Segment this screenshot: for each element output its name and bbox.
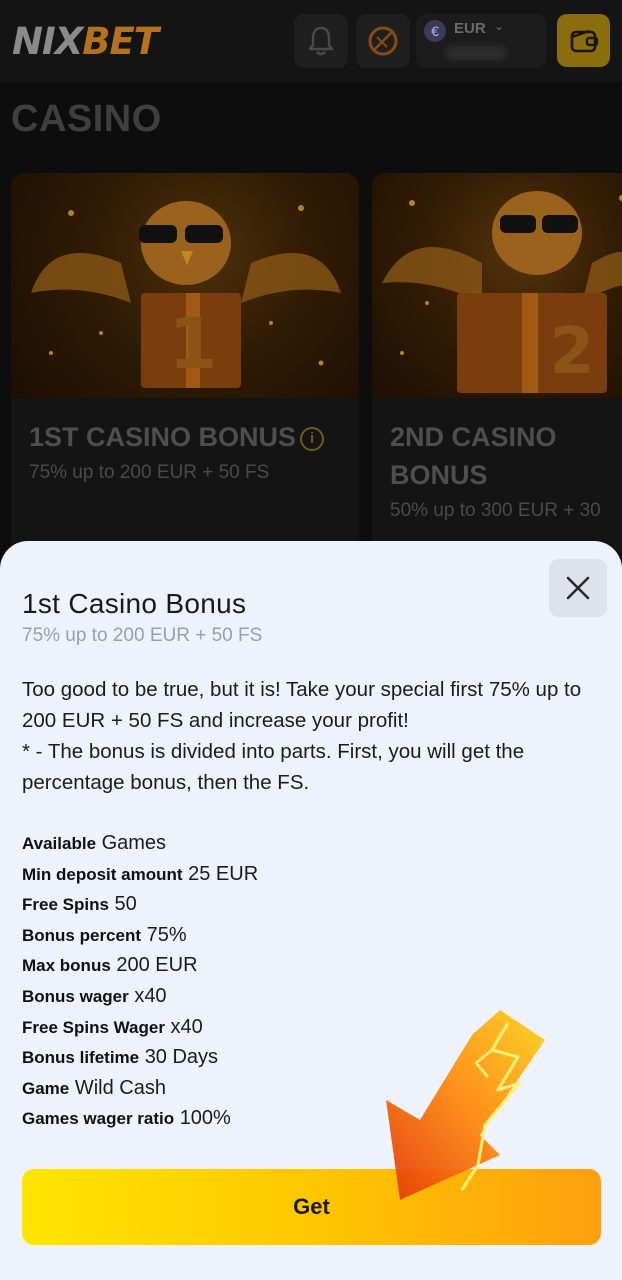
balance-amount-blurred bbox=[446, 46, 506, 60]
bonus-note-text: * - The bonus is divided into parts. Fir… bbox=[22, 740, 525, 794]
detail-value: x40 bbox=[170, 1015, 203, 1038]
detail-row-bonus-percent: Bonus percent 75% bbox=[22, 920, 607, 951]
bonus-card-body: 1ST CASINO BONUS i 75% up to 200 EUR + 50… bbox=[11, 398, 359, 553]
svg-text:1: 1 bbox=[169, 303, 218, 385]
modal-subtitle: 75% up to 200 EUR + 50 FS bbox=[22, 625, 263, 646]
detail-value: 50 bbox=[114, 893, 137, 916]
detail-label: Game bbox=[22, 1078, 70, 1098]
euro-icon: € bbox=[424, 20, 446, 42]
svg-text:2: 2 bbox=[550, 315, 595, 389]
notifications-button[interactable] bbox=[294, 14, 348, 68]
logo-text-bet: BET bbox=[82, 20, 159, 63]
detail-row-game: Game Wild Cash bbox=[22, 1073, 607, 1104]
bonus-card-title: 1ST CASINO BONUS i bbox=[29, 418, 349, 456]
chevron-down-icon: ⌄ bbox=[494, 19, 505, 33]
detail-value: 25 EUR bbox=[188, 862, 259, 885]
detail-value: 75% bbox=[146, 923, 187, 946]
bonus-description-text: Too good to be true, but it is! Take you… bbox=[22, 678, 582, 732]
logo-text-nix: NIX bbox=[12, 20, 83, 63]
wallet-icon bbox=[570, 29, 598, 52]
bonus-card-1[interactable]: 1 1ST CASINO BONUS i 75% up to 200 EUR + … bbox=[11, 173, 359, 553]
bonus-card-subtitle: 75% up to 200 EUR + 50 FS bbox=[29, 462, 270, 483]
detail-label: Free Spins bbox=[22, 895, 109, 915]
detail-label: Free Spins Wager bbox=[22, 1017, 165, 1037]
bonus-card-subtitle: 50% up to 300 EUR + 30 bbox=[390, 500, 601, 521]
detail-value: 200 EUR bbox=[116, 954, 198, 977]
detail-row-bonus-lifetime: Bonus lifetime 30 Days bbox=[22, 1042, 607, 1073]
nixbet-logo[interactable]: NIXBET bbox=[12, 20, 159, 63]
close-icon bbox=[566, 576, 590, 600]
detail-value: Wild Cash bbox=[74, 1076, 166, 1099]
detail-label: Games wager ratio bbox=[22, 1109, 175, 1129]
detail-row-free-spins-wager: Free Spins Wager x40 bbox=[22, 1012, 607, 1043]
orange-slice-icon bbox=[368, 26, 398, 56]
bonus-card-title-text: 1ST CASINO BONUS bbox=[29, 422, 297, 452]
bell-icon bbox=[308, 26, 334, 56]
bonus-details-sheet: 1st Casino Bonus 75% up to 200 EUR + 50 … bbox=[0, 541, 622, 1280]
bonus-card-art: 1 bbox=[11, 173, 359, 398]
detail-value: x40 bbox=[134, 984, 167, 1007]
modal-title: 1st Casino Bonus bbox=[22, 588, 247, 619]
detail-row-wager-ratio: Games wager ratio 100% bbox=[22, 1103, 607, 1134]
detail-value: Games bbox=[101, 832, 167, 854]
detail-row-available: Available Games bbox=[22, 828, 607, 859]
detail-label: Max bonus bbox=[22, 956, 111, 976]
wallet-button[interactable] bbox=[557, 14, 610, 67]
close-button[interactable] bbox=[549, 559, 607, 617]
bonus-description: Too good to be true, but it is! Take you… bbox=[22, 674, 607, 798]
bonus-card-art: 2 bbox=[372, 173, 622, 398]
info-icon[interactable]: i bbox=[300, 427, 325, 451]
get-bonus-button[interactable]: Get bbox=[22, 1169, 601, 1245]
top-header: NIXBET € EUR ⌄ bbox=[0, 0, 622, 82]
promo-button[interactable] bbox=[356, 14, 410, 68]
currency-label: EUR bbox=[454, 20, 486, 37]
currency-selector[interactable]: € EUR ⌄ bbox=[416, 14, 546, 68]
detail-label: Bonus lifetime bbox=[22, 1048, 140, 1068]
detail-label: Available bbox=[22, 834, 97, 853]
detail-value: 30 Days bbox=[144, 1046, 219, 1069]
bonus-card-body: 2ND CASINO BONUS 50% up to 300 EUR + 30 bbox=[372, 398, 622, 553]
page-title: CASINO bbox=[11, 98, 162, 140]
detail-row-free-spins: Free Spins 50 bbox=[22, 889, 607, 920]
detail-value: 100% bbox=[179, 1107, 231, 1130]
bonus-details-list: Available Games Min deposit amount 25 EU… bbox=[22, 828, 607, 1134]
detail-label: Bonus percent bbox=[22, 925, 142, 945]
detail-label: Min deposit amount bbox=[22, 864, 183, 884]
detail-row-min-deposit: Min deposit amount 25 EUR bbox=[22, 859, 607, 890]
bonus-card-title: 2ND CASINO BONUS bbox=[390, 422, 557, 490]
detail-row-bonus-wager: Bonus wager x40 bbox=[22, 981, 607, 1012]
detail-row-max-bonus: Max bonus 200 EUR bbox=[22, 950, 607, 981]
bonus-card-2[interactable]: 2 2ND CASINO BONUS 50% up to 300 EUR + 3… bbox=[372, 173, 622, 553]
detail-label: Bonus wager bbox=[22, 986, 129, 1006]
